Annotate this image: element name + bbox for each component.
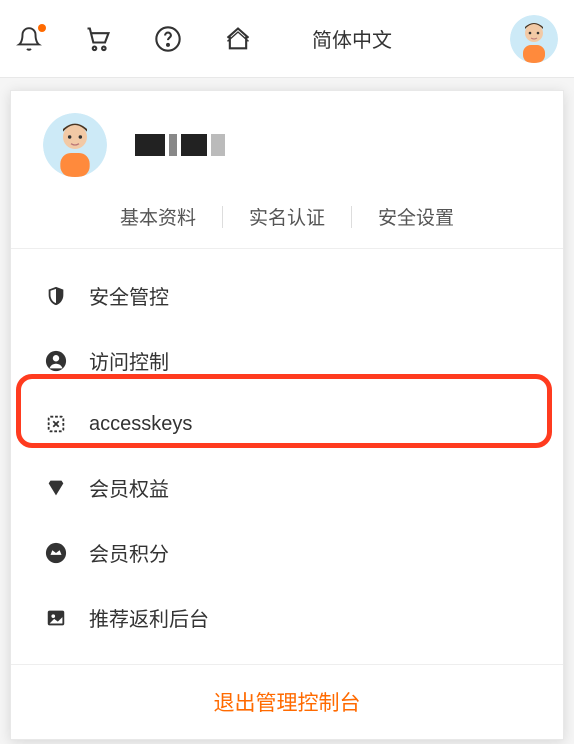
menu-label: 访问控制 [89,346,169,375]
profile-tabs: 基本资料 实名认证 安全设置 [43,203,531,230]
menu-label: 推荐返利后台 [89,603,209,632]
dropdown-header: 基本资料 实名认证 安全设置 [11,91,563,248]
key-icon [43,411,69,437]
username-obscured [135,134,225,156]
user-icon [43,348,69,374]
image-icon [43,605,69,631]
menu-label: 会员积分 [89,538,169,567]
crown-icon [43,540,69,566]
notification-dot [38,24,46,32]
menu-list: 安全管控 访问控制 accesskeys 会员权益 会员积分 [11,248,563,664]
cart-icon[interactable] [84,25,112,53]
tab-profile[interactable]: 基本资料 [94,203,222,230]
user-dropdown-panel: 基本资料 实名认证 安全设置 安全管控 访问控制 accesskeys [10,90,564,740]
language-selector[interactable]: 简体中文 [312,24,392,53]
menu-item-member-points[interactable]: 会员积分 [11,520,563,585]
diamond-icon [43,475,69,501]
user-avatar-large [43,113,107,177]
tab-security[interactable]: 安全设置 [352,203,480,230]
help-icon[interactable] [154,25,182,53]
menu-item-referral[interactable]: 推荐返利后台 [11,585,563,650]
menu-item-accesskeys[interactable]: accesskeys [11,393,563,455]
logout-button[interactable]: 退出管理控制台 [11,664,563,739]
menu-item-member-benefits[interactable]: 会员权益 [11,455,563,520]
user-avatar[interactable] [510,15,558,63]
menu-label: 会员权益 [89,473,169,502]
menu-item-security-control[interactable]: 安全管控 [11,263,563,328]
menu-label: 安全管控 [89,281,169,310]
user-info-row [43,113,531,177]
menu-item-access-control[interactable]: 访问控制 [11,328,563,393]
home-icon[interactable] [224,25,252,53]
notification-bell-icon[interactable] [16,26,42,52]
tab-verify[interactable]: 实名认证 [223,203,351,230]
shield-icon [43,283,69,309]
topbar: 简体中文 [0,0,574,78]
menu-label: accesskeys [89,413,192,436]
